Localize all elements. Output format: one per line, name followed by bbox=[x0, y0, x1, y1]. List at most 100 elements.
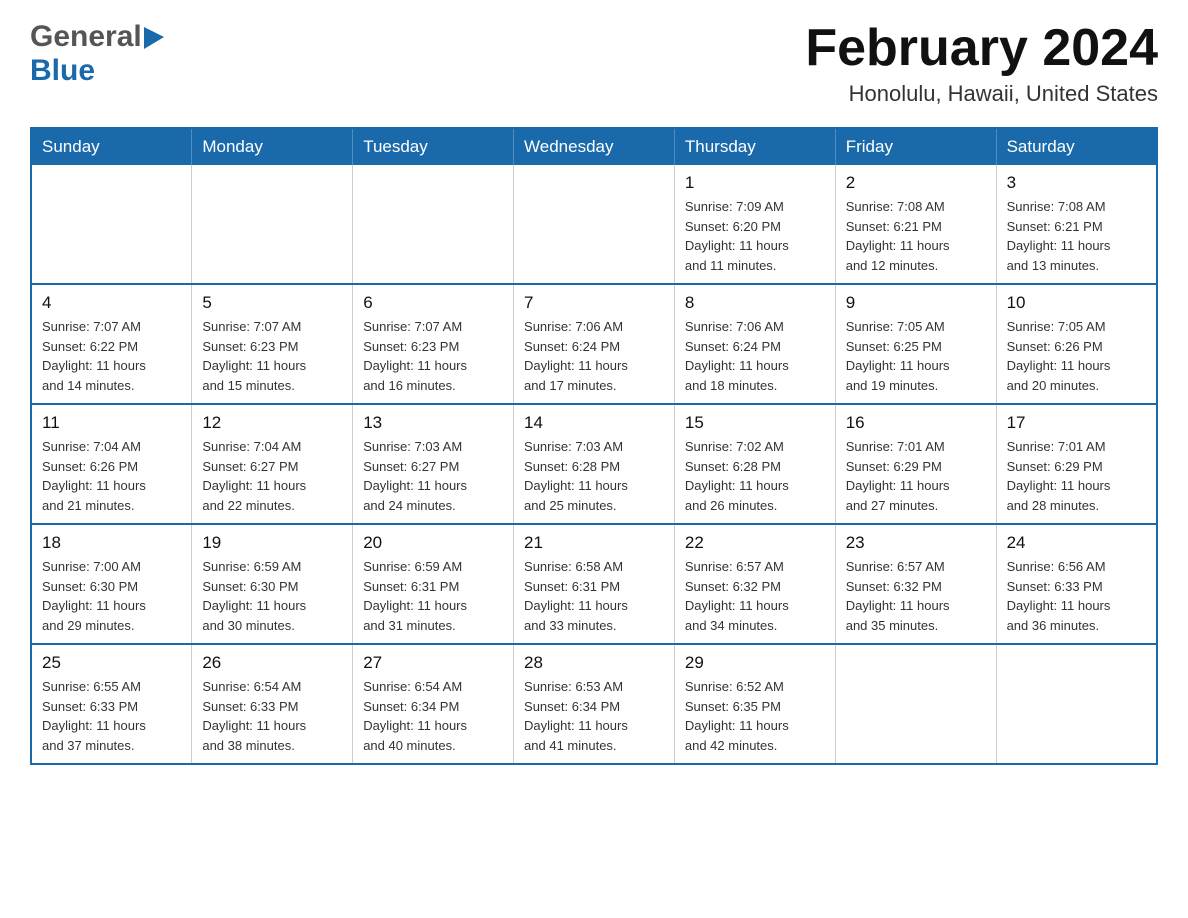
day-number: 23 bbox=[846, 533, 986, 553]
location-subtitle: Honolulu, Hawaii, United States bbox=[805, 81, 1158, 107]
month-title: February 2024 bbox=[805, 20, 1158, 77]
day-info: Sunrise: 6:55 AMSunset: 6:33 PMDaylight:… bbox=[42, 677, 181, 755]
table-row: 12Sunrise: 7:04 AMSunset: 6:27 PMDayligh… bbox=[192, 404, 353, 524]
day-info: Sunrise: 6:57 AMSunset: 6:32 PMDaylight:… bbox=[846, 557, 986, 635]
table-row: 13 Sunrise: 7:03 AMSunset: 6:27 PMDayligh… bbox=[353, 404, 514, 524]
table-row: 1 Sunrise: 7:09 AMSunset: 6:20 PMDaylight… bbox=[674, 165, 835, 284]
day-info: Sunrise: 7:06 AMSunset: 6:24 PMDaylight:… bbox=[524, 317, 664, 395]
day-number: 7 bbox=[524, 293, 664, 313]
table-row: 29 Sunrise: 6:52 AMSunset: 6:35 PMDayligh… bbox=[674, 644, 835, 764]
table-row: 5 Sunrise: 7:07 AMSunset: 6:23 PMDaylight… bbox=[192, 284, 353, 404]
calendar-week-row: 25 Sunrise: 6:55 AMSunset: 6:33 PMDayligh… bbox=[31, 644, 1157, 764]
day-info: Sunrise: 7:08 AMSunset: 6:21 PMDaylight:… bbox=[1007, 197, 1146, 275]
table-row: 4Sunrise: 7:07 AMSunset: 6:22 PMDaylight… bbox=[31, 284, 192, 404]
day-number: 12 bbox=[202, 413, 342, 433]
table-row: 10 Sunrise: 7:05 AMSunset: 6:26 PMDayligh… bbox=[996, 284, 1157, 404]
day-info: Sunrise: 7:05 AMSunset: 6:25 PMDaylight:… bbox=[846, 317, 986, 395]
day-number: 19 bbox=[202, 533, 342, 553]
calendar-week-row: 1 Sunrise: 7:09 AMSunset: 6:20 PMDaylight… bbox=[31, 165, 1157, 284]
logo-triangle-icon bbox=[144, 27, 166, 49]
day-info: Sunrise: 6:57 AMSunset: 6:32 PMDaylight:… bbox=[685, 557, 825, 635]
logo-blue-text: Blue bbox=[30, 54, 95, 87]
table-row: 11 Sunrise: 7:04 AMSunset: 6:26 PMDayligh… bbox=[31, 404, 192, 524]
calendar-week-row: 18Sunrise: 7:00 AMSunset: 6:30 PMDayligh… bbox=[31, 524, 1157, 644]
calendar-week-row: 4Sunrise: 7:07 AMSunset: 6:22 PMDaylight… bbox=[31, 284, 1157, 404]
table-row: 26 Sunrise: 6:54 AMSunset: 6:33 PMDayligh… bbox=[192, 644, 353, 764]
table-row bbox=[353, 165, 514, 284]
day-number: 9 bbox=[846, 293, 986, 313]
day-number: 15 bbox=[685, 413, 825, 433]
header-wednesday: Wednesday bbox=[514, 128, 675, 165]
table-row: 20 Sunrise: 6:59 AMSunset: 6:31 PMDayligh… bbox=[353, 524, 514, 644]
day-info: Sunrise: 6:52 AMSunset: 6:35 PMDaylight:… bbox=[685, 677, 825, 755]
day-number: 28 bbox=[524, 653, 664, 673]
table-row: 24Sunrise: 6:56 AMSunset: 6:33 PMDayligh… bbox=[996, 524, 1157, 644]
day-number: 20 bbox=[363, 533, 503, 553]
day-number: 25 bbox=[42, 653, 181, 673]
day-number: 29 bbox=[685, 653, 825, 673]
day-info: Sunrise: 7:07 AMSunset: 6:23 PMDaylight:… bbox=[363, 317, 503, 395]
logo: General Blue bbox=[30, 20, 166, 88]
day-info: Sunrise: 7:07 AMSunset: 6:23 PMDaylight:… bbox=[202, 317, 342, 395]
table-row: 17 Sunrise: 7:01 AMSunset: 6:29 PMDayligh… bbox=[996, 404, 1157, 524]
day-number: 21 bbox=[524, 533, 664, 553]
day-number: 5 bbox=[202, 293, 342, 313]
day-number: 3 bbox=[1007, 173, 1146, 193]
table-row: 23 Sunrise: 6:57 AMSunset: 6:32 PMDayligh… bbox=[835, 524, 996, 644]
header-monday: Monday bbox=[192, 128, 353, 165]
day-info: Sunrise: 7:06 AMSunset: 6:24 PMDaylight:… bbox=[685, 317, 825, 395]
day-info: Sunrise: 7:05 AMSunset: 6:26 PMDaylight:… bbox=[1007, 317, 1146, 395]
day-info: Sunrise: 7:08 AMSunset: 6:21 PMDaylight:… bbox=[846, 197, 986, 275]
day-number: 17 bbox=[1007, 413, 1146, 433]
day-number: 26 bbox=[202, 653, 342, 673]
day-number: 1 bbox=[685, 173, 825, 193]
day-info: Sunrise: 7:01 AMSunset: 6:29 PMDaylight:… bbox=[1007, 437, 1146, 515]
table-row: 7 Sunrise: 7:06 AMSunset: 6:24 PMDaylight… bbox=[514, 284, 675, 404]
table-row bbox=[835, 644, 996, 764]
table-row: 9 Sunrise: 7:05 AMSunset: 6:25 PMDaylight… bbox=[835, 284, 996, 404]
day-info: Sunrise: 6:58 AMSunset: 6:31 PMDaylight:… bbox=[524, 557, 664, 635]
table-row: 21 Sunrise: 6:58 AMSunset: 6:31 PMDayligh… bbox=[514, 524, 675, 644]
day-number: 10 bbox=[1007, 293, 1146, 313]
day-info: Sunrise: 7:04 AMSunset: 6:26 PMDaylight:… bbox=[42, 437, 181, 515]
header-tuesday: Tuesday bbox=[353, 128, 514, 165]
table-row: 19 Sunrise: 6:59 AMSunset: 6:30 PMDayligh… bbox=[192, 524, 353, 644]
day-info: Sunrise: 6:59 AMSunset: 6:31 PMDaylight:… bbox=[363, 557, 503, 635]
day-info: Sunrise: 6:54 AMSunset: 6:34 PMDaylight:… bbox=[363, 677, 503, 755]
table-row bbox=[31, 165, 192, 284]
table-row bbox=[996, 644, 1157, 764]
table-row: 3 Sunrise: 7:08 AMSunset: 6:21 PMDaylight… bbox=[996, 165, 1157, 284]
logo-general-text: General bbox=[30, 20, 142, 54]
page-header: General Blue February 2024 Honolulu, Haw… bbox=[30, 20, 1158, 107]
day-info: Sunrise: 7:03 AMSunset: 6:27 PMDaylight:… bbox=[363, 437, 503, 515]
header-thursday: Thursday bbox=[674, 128, 835, 165]
table-row: 8Sunrise: 7:06 AMSunset: 6:24 PMDaylight… bbox=[674, 284, 835, 404]
day-info: Sunrise: 6:54 AMSunset: 6:33 PMDaylight:… bbox=[202, 677, 342, 755]
day-number: 6 bbox=[363, 293, 503, 313]
header-friday: Friday bbox=[835, 128, 996, 165]
table-row bbox=[192, 165, 353, 284]
table-row: 18Sunrise: 7:00 AMSunset: 6:30 PMDayligh… bbox=[31, 524, 192, 644]
day-info: Sunrise: 7:03 AMSunset: 6:28 PMDaylight:… bbox=[524, 437, 664, 515]
day-number: 13 bbox=[363, 413, 503, 433]
table-row bbox=[514, 165, 675, 284]
table-row: 27 Sunrise: 6:54 AMSunset: 6:34 PMDayligh… bbox=[353, 644, 514, 764]
weekday-header-row: Sunday Monday Tuesday Wednesday Thursday… bbox=[31, 128, 1157, 165]
header-sunday: Sunday bbox=[31, 128, 192, 165]
table-row: 15 Sunrise: 7:02 AMSunset: 6:28 PMDayligh… bbox=[674, 404, 835, 524]
day-number: 22 bbox=[685, 533, 825, 553]
day-number: 11 bbox=[42, 413, 181, 433]
day-number: 24 bbox=[1007, 533, 1146, 553]
table-row: 16Sunrise: 7:01 AMSunset: 6:29 PMDayligh… bbox=[835, 404, 996, 524]
day-number: 27 bbox=[363, 653, 503, 673]
calendar-table: Sunday Monday Tuesday Wednesday Thursday… bbox=[30, 127, 1158, 765]
day-info: Sunrise: 6:53 AMSunset: 6:34 PMDaylight:… bbox=[524, 677, 664, 755]
day-number: 2 bbox=[846, 173, 986, 193]
table-row: 25 Sunrise: 6:55 AMSunset: 6:33 PMDayligh… bbox=[31, 644, 192, 764]
day-number: 16 bbox=[846, 413, 986, 433]
day-info: Sunrise: 6:59 AMSunset: 6:30 PMDaylight:… bbox=[202, 557, 342, 635]
title-block: February 2024 Honolulu, Hawaii, United S… bbox=[805, 20, 1158, 107]
day-info: Sunrise: 7:09 AMSunset: 6:20 PMDaylight:… bbox=[685, 197, 825, 275]
day-info: Sunrise: 7:07 AMSunset: 6:22 PMDaylight:… bbox=[42, 317, 181, 395]
day-info: Sunrise: 7:02 AMSunset: 6:28 PMDaylight:… bbox=[685, 437, 825, 515]
